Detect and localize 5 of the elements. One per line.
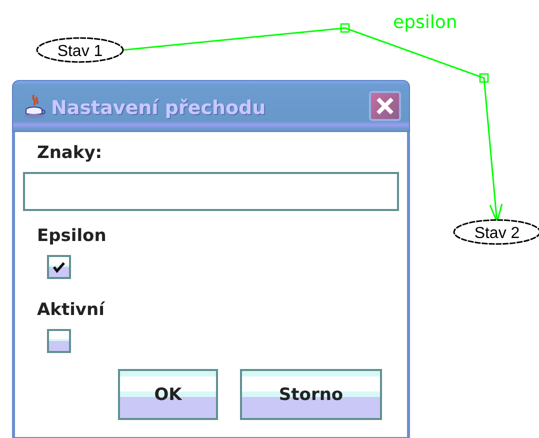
checkbox-label: Epsilon	[37, 225, 108, 248]
checkbox-label: Aktivní	[37, 299, 106, 322]
window-title: Nastavení přechodu	[51, 96, 267, 119]
transition-label: epsilon	[393, 12, 458, 33]
field-label: Znaky:	[37, 142, 104, 165]
